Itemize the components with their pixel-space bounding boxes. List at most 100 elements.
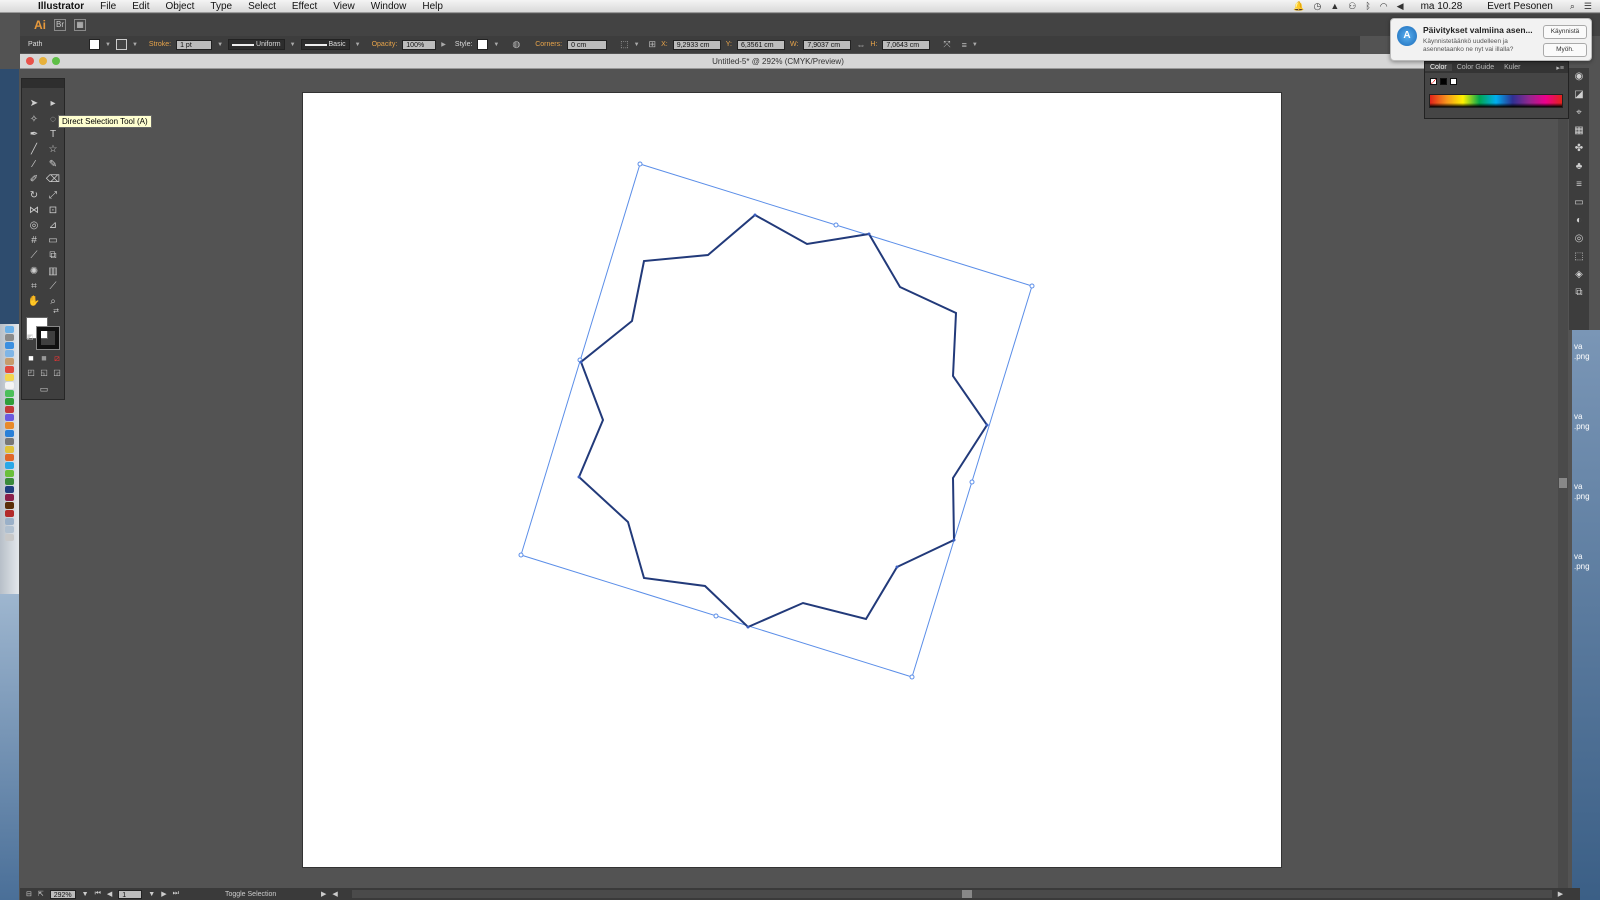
recolor-artwork-icon[interactable]: ◍ [512,39,520,50]
status-menu-icon[interactable]: ▶ [321,890,326,898]
previous-artboard-icon[interactable]: ◀ [107,890,112,898]
slice-tool-icon[interactable]: ⟋ [45,280,61,294]
constrain-proportions-icon[interactable]: ⇔ [856,40,865,50]
transparency-panel-icon[interactable]: ◐ [1569,212,1589,230]
dock-facetime-icon[interactable] [5,398,14,405]
stroke-panel-icon[interactable]: ≡ [1569,176,1589,194]
artboards-panel-icon[interactable]: ⧉ [1569,284,1589,302]
bbox-handle[interactable] [1029,283,1035,289]
dock-contacts-icon[interactable] [5,358,14,365]
dock-firefox-icon[interactable] [5,454,14,461]
artboard[interactable] [302,92,1282,868]
rotate-tool-icon[interactable]: ↻ [26,189,42,203]
time-machine-icon[interactable]: ◷ [1314,1,1322,12]
brush-definition-select[interactable]: Basic [300,39,350,50]
last-artboard-icon[interactable]: ⏭ [173,890,179,898]
artboard-tool-icon[interactable]: ⌗ [26,280,42,294]
fill-swatch[interactable] [89,39,100,50]
appearance-alt-panel-icon[interactable]: ◎ [1569,230,1589,248]
graphic-style-swatch[interactable] [477,39,489,50]
tab-color[interactable]: Color [1425,64,1452,71]
dock-photo-booth-icon[interactable] [5,406,14,413]
artwork[interactable] [303,93,1283,869]
transform-panel-icon[interactable]: ⬚ [1569,248,1589,266]
bbox-handle[interactable] [909,674,915,680]
bridge-button[interactable]: Br [54,19,66,31]
spotlight-icon[interactable]: ⌕ [1570,1,1575,12]
desktop-file-label[interactable]: .png [1574,562,1590,571]
panel-options-icon[interactable]: ▸≡ [1556,64,1568,72]
dock-mail-icon[interactable] [5,350,14,357]
dock-acrobat-icon[interactable] [5,510,14,517]
close-window-icon[interactable] [26,57,34,65]
status-bar-icon[interactable]: ⊟ [26,890,32,898]
menu-type[interactable]: Type [202,1,240,12]
menu-select[interactable]: Select [240,1,284,12]
desktop-file-label[interactable]: .png [1574,352,1590,361]
anchor-point[interactable] [867,232,871,236]
align-to-dropdown-icon[interactable]: ▼ [634,42,640,48]
transform-icon[interactable]: ⤧ [943,39,950,50]
anchor-point[interactable] [577,475,581,479]
opacity-field[interactable]: 100% [402,39,437,50]
stroke-weight-dropdown-icon[interactable]: ▼ [217,42,223,48]
mesh-tool-icon[interactable]: # [26,234,42,248]
open-in-bridge-icon[interactable]: ⇱ [38,890,44,898]
bbox-handle[interactable] [833,222,839,228]
black-swatch[interactable] [1440,78,1447,85]
arrange-documents-icon[interactable]: ▦ [74,19,86,31]
dock-trash-icon[interactable] [5,534,14,541]
desktop-file-label[interactable]: va [1574,552,1582,561]
blob-brush-tool-icon[interactable]: ✐ [26,173,42,187]
panel-menu-icon[interactable]: ≡ [962,40,967,50]
pen-tool-icon[interactable]: ✒ [26,128,42,142]
symbols-panel-icon[interactable]: ♣ [1569,158,1589,176]
zoom-dropdown-icon[interactable]: ▼ [82,891,89,898]
minimize-window-icon[interactable] [39,57,47,65]
brushes-panel-icon[interactable]: ✤ [1569,140,1589,158]
hand-tool-icon[interactable]: ✋ [26,295,42,309]
line-tool-icon[interactable]: ╱ [26,143,42,157]
binoculars-icon[interactable]: ⚇ [1348,1,1356,12]
panel-menu-dropdown-icon[interactable]: ▼ [972,42,978,48]
dock-documents-icon[interactable] [5,526,14,533]
anchor-point[interactable] [753,213,757,217]
star-path[interactable] [577,213,989,629]
direct-selection-tool-icon[interactable]: ▸ [45,97,61,111]
opacity-arrow-icon[interactable]: ▶ [441,41,446,48]
menubar-user[interactable]: Evert Pesonen [1479,1,1561,12]
zoom-level-field[interactable]: 292% [49,889,76,899]
bbox-handle[interactable] [637,161,643,167]
desktop-file-label[interactable]: va [1574,412,1582,421]
desktop-file-label[interactable]: .png [1574,422,1590,431]
first-artboard-icon[interactable]: ⏮ [95,890,101,898]
stroke-weight-field[interactable]: 1 pt [176,39,213,50]
eyedropper-tool-icon[interactable]: ⟋ [26,249,42,263]
h-field[interactable]: 7,0643 cm [882,39,931,50]
notification-bell-icon[interactable]: 🔔 [1293,1,1304,12]
white-swatch[interactable] [1450,78,1457,85]
bbox-handle[interactable] [518,552,524,558]
pencil-tool-icon[interactable]: ✎ [45,158,61,172]
star-tool-icon[interactable]: ☆ [45,143,61,157]
y-field[interactable]: 6,3561 cm [736,39,785,50]
anchor-point[interactable] [579,360,583,364]
none-swatch[interactable] [1430,78,1437,85]
desktop-file-label[interactable]: va [1574,342,1582,351]
menu-file[interactable]: File [92,1,124,12]
dock-chrome-icon[interactable] [5,446,14,453]
dock-preferences-icon[interactable] [5,438,14,445]
shape-builder-tool-icon[interactable]: ◎ [26,219,42,233]
menubar-clock[interactable]: ma 10.28 [1413,1,1471,12]
scroll-right-icon[interactable]: ▶ [1558,890,1563,898]
dock-messages-icon[interactable] [5,390,14,397]
gradient-panel-icon[interactable]: ▭ [1569,194,1589,212]
column-graph-tool-icon[interactable]: ▥ [45,265,61,279]
layers-panel-icon[interactable]: ◈ [1569,266,1589,284]
dock-reminders-icon[interactable] [5,382,14,389]
artboard-number-field[interactable]: 1 [118,889,143,899]
scroll-left-icon[interactable]: ◀ [332,890,337,898]
width-tool-icon[interactable]: ⋈ [26,204,42,218]
opacity-label[interactable]: Opacity: [372,41,398,48]
x-field[interactable]: 9,2933 cm [672,39,721,50]
